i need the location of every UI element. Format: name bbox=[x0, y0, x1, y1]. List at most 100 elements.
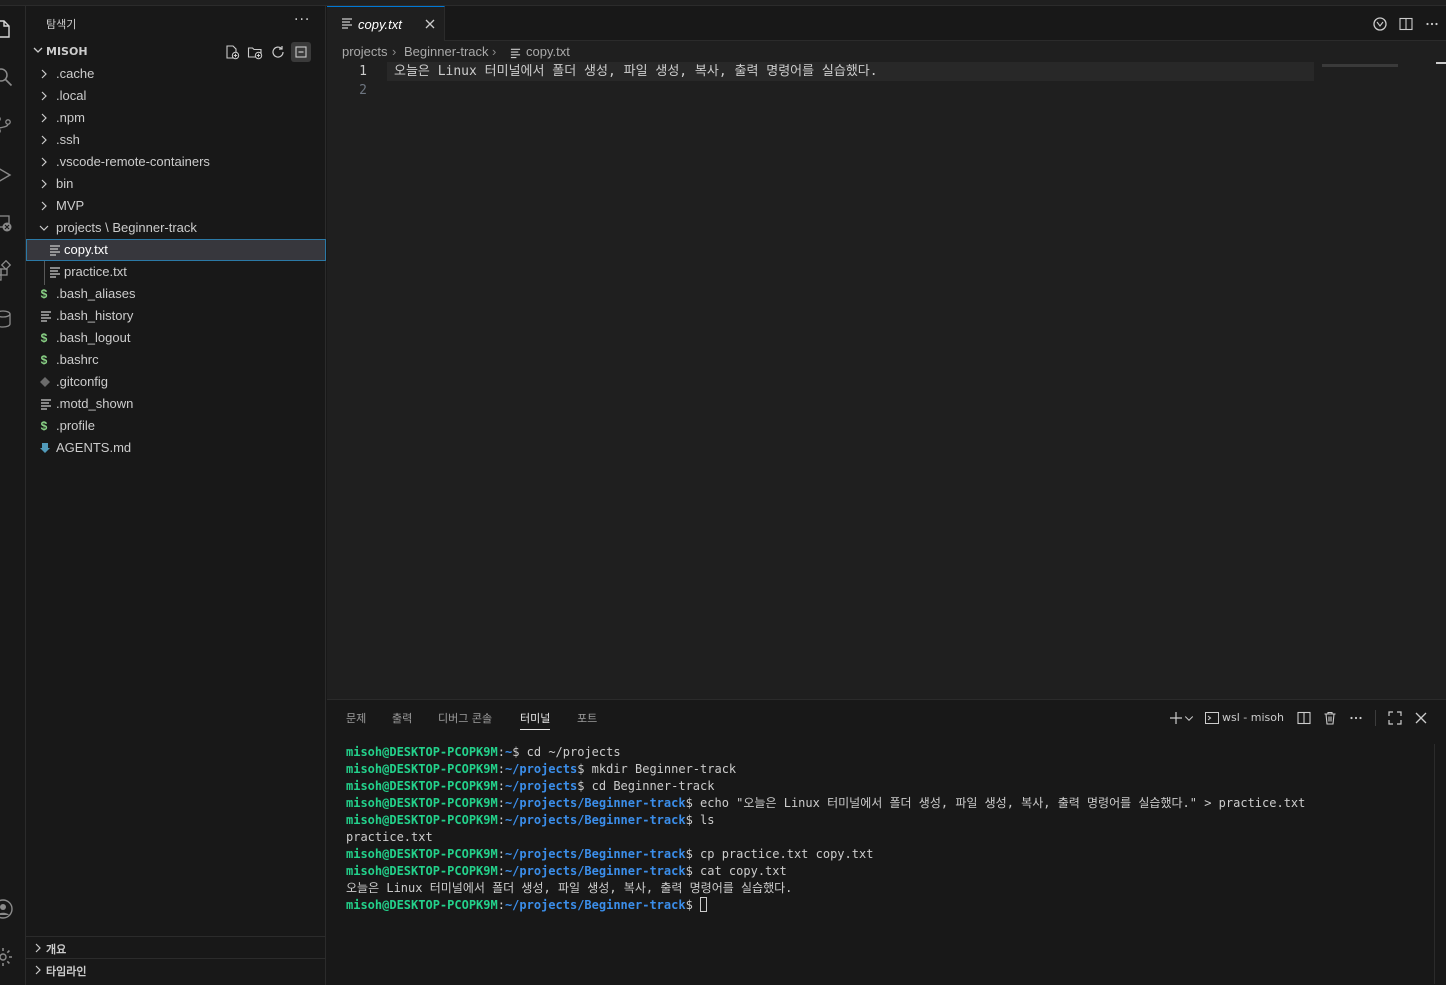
tree-item-label: .profile bbox=[56, 418, 96, 433]
close-panel-icon[interactable] bbox=[1411, 708, 1431, 728]
terminal-cursor bbox=[700, 897, 708, 912]
text-file-icon bbox=[41, 311, 51, 322]
tree-item-folder[interactable]: .npm bbox=[26, 107, 326, 129]
maximize-panel-icon[interactable] bbox=[1385, 708, 1405, 728]
tab-debug-console[interactable]: 디버그 콘솔 bbox=[438, 710, 492, 730]
tree-item-folder[interactable]: .vscode-remote-containers bbox=[26, 151, 326, 173]
markdown-file-icon bbox=[40, 443, 50, 453]
tree-item-folder[interactable]: .cache bbox=[26, 63, 326, 85]
scrollbar-marker bbox=[1436, 62, 1446, 64]
terminal-prompt-path: ~/projects bbox=[504, 762, 578, 776]
settings-gear-icon[interactable] bbox=[0, 946, 14, 968]
text-file-icon bbox=[50, 245, 60, 256]
tree-item-label: .bash_aliases bbox=[56, 286, 136, 301]
terminal-icon bbox=[1202, 708, 1222, 728]
timeline-section[interactable]: 타임라인 bbox=[26, 958, 326, 980]
remote-explorer-icon[interactable] bbox=[0, 212, 14, 234]
shell-file-icon: $ bbox=[40, 353, 48, 367]
tree-item-file-selected[interactable]: copy.txt bbox=[26, 239, 326, 261]
tree-item-folder[interactable]: .local bbox=[26, 85, 326, 107]
new-file-icon[interactable] bbox=[222, 42, 242, 62]
tree-item-label: .vscode-remote-containers bbox=[56, 154, 210, 169]
workspace-name: MISOH bbox=[46, 45, 88, 58]
tree-item-file[interactable]: AGENTS.md bbox=[26, 437, 326, 459]
tree-item-label: .local bbox=[56, 88, 87, 103]
extensions-icon[interactable] bbox=[0, 259, 14, 282]
line-number: 1 bbox=[359, 64, 367, 79]
terminal-scrollbar[interactable] bbox=[1434, 744, 1435, 984]
tab-problems[interactable]: 문제 bbox=[346, 710, 366, 730]
terminal-shell-label[interactable]: wsl - misoh bbox=[1222, 711, 1284, 731]
terminal-prompt-path: ~/projects bbox=[504, 779, 578, 793]
breadcrumb-separator-icon: › bbox=[392, 44, 397, 59]
explorer-sidebar: 탐색기 ··· MISOH .cache .local .npm .ssh .v… bbox=[26, 6, 326, 985]
tree-item-label: AGENTS.md bbox=[56, 440, 132, 455]
split-terminal-icon[interactable] bbox=[1294, 708, 1314, 728]
terminal-command: ls bbox=[692, 813, 715, 827]
breadcrumb-item[interactable]: projects bbox=[342, 44, 388, 59]
chevron-right-icon bbox=[41, 135, 47, 145]
terminal-command: cd Beginner-track bbox=[584, 779, 715, 793]
account-icon[interactable] bbox=[0, 898, 14, 920]
tree-item-file[interactable]: practice.txt bbox=[26, 261, 326, 283]
terminal-line: misoh@DESKTOP-PCOPK9M:~/projects/Beginne… bbox=[346, 795, 1426, 812]
tree-item-file[interactable]: $ .bash_logout bbox=[26, 327, 326, 349]
tree-item-file[interactable]: .motd_shown bbox=[26, 393, 326, 415]
tree-item-folder[interactable]: MVP bbox=[26, 195, 326, 217]
trash-icon[interactable] bbox=[1320, 708, 1340, 728]
terminal-line: 오늘은 Linux 터미널에서 폴더 생성, 파일 생성, 복사, 출력 명령어… bbox=[346, 880, 1426, 897]
database-icon[interactable] bbox=[0, 308, 14, 330]
tree-item-file[interactable]: $ .bash_aliases bbox=[26, 283, 326, 305]
outline-section[interactable]: 개요 bbox=[26, 936, 326, 958]
minimap[interactable] bbox=[1322, 64, 1398, 67]
terminal-line: misoh@DESKTOP-PCOPK9M:~/projects/Beginne… bbox=[346, 863, 1426, 880]
source-control-icon[interactable] bbox=[0, 114, 14, 136]
refresh-icon[interactable] bbox=[268, 42, 288, 62]
explorer-more-icon[interactable]: ··· bbox=[294, 12, 310, 28]
terminal-actions: wsl - misoh bbox=[1166, 708, 1446, 728]
tree-item-folder-expanded[interactable]: projects \ Beginner-track bbox=[26, 217, 326, 239]
breadcrumb-item[interactable]: Beginner-track bbox=[404, 44, 489, 59]
terminal-prompt-path: ~/projects/Beginner-track bbox=[504, 864, 686, 878]
tree-item-folder[interactable]: .ssh bbox=[26, 129, 326, 151]
more-actions-icon[interactable] bbox=[1346, 708, 1366, 728]
text-file-icon bbox=[41, 399, 51, 410]
files-icon[interactable] bbox=[0, 18, 14, 40]
terminal-prompt-symbol: $ bbox=[685, 864, 693, 878]
tab-copy-txt[interactable]: copy.txt bbox=[327, 6, 445, 41]
close-icon[interactable] bbox=[423, 17, 437, 31]
tree-item-file[interactable]: $ .profile bbox=[26, 415, 326, 437]
code-line[interactable]: 오늘은 Linux 터미널에서 폴더 생성, 파일 생성, 복사, 출력 명령어… bbox=[394, 62, 878, 81]
tab-terminal[interactable]: 터미널 bbox=[520, 710, 551, 730]
terminal-output[interactable]: misoh@DESKTOP-PCOPK9M:~$ cd ~/projects mi… bbox=[346, 744, 1426, 914]
chevron-down-icon[interactable] bbox=[1183, 708, 1195, 728]
search-icon[interactable] bbox=[0, 66, 14, 88]
tree-item-file[interactable]: .bash_history bbox=[26, 305, 326, 327]
terminal-prompt-colon: : bbox=[497, 796, 505, 810]
new-folder-icon[interactable] bbox=[245, 42, 265, 62]
workspace-header[interactable]: MISOH bbox=[26, 42, 326, 62]
terminal-prompt-symbol: $ bbox=[685, 898, 693, 912]
terminal-prompt-user: misoh@DESKTOP-PCOPK9M bbox=[346, 864, 498, 878]
collapse-all-icon[interactable] bbox=[291, 42, 311, 62]
terminal-prompt-user: misoh@DESKTOP-PCOPK9M bbox=[346, 796, 498, 810]
run-debug-icon[interactable] bbox=[0, 164, 14, 186]
tree-item-file[interactable]: .gitconfig bbox=[26, 371, 326, 393]
terminal-line: misoh@DESKTOP-PCOPK9M:~/projects$ cd Beg… bbox=[346, 778, 1426, 795]
chevron-right-icon bbox=[41, 113, 47, 123]
tree-item-file[interactable]: $ .bashrc bbox=[26, 349, 326, 371]
tree-item-label: projects \ Beginner-track bbox=[56, 220, 197, 235]
terminal-prompt-path: ~/projects/Beginner-track bbox=[504, 847, 686, 861]
terminal-command: echo "오늘은 Linux 터미널에서 폴더 생성, 파일 생성, 복사, … bbox=[692, 796, 1306, 810]
tree-item-label: .bashrc bbox=[56, 352, 99, 367]
terminal-prompt-user: misoh@DESKTOP-PCOPK9M bbox=[346, 898, 498, 912]
tree-item-folder[interactable]: bin bbox=[26, 173, 326, 195]
tree-item-label: .ssh bbox=[56, 132, 80, 147]
chat-assistant-icon[interactable] bbox=[1370, 14, 1390, 34]
more-actions-icon[interactable] bbox=[1422, 14, 1442, 34]
terminal-prompt-colon: : bbox=[497, 745, 505, 759]
split-editor-icon[interactable] bbox=[1396, 14, 1416, 34]
tab-ports[interactable]: 포트 bbox=[577, 710, 597, 730]
breadcrumb-item[interactable]: copy.txt bbox=[526, 44, 570, 59]
tab-output[interactable]: 출력 bbox=[392, 710, 412, 730]
